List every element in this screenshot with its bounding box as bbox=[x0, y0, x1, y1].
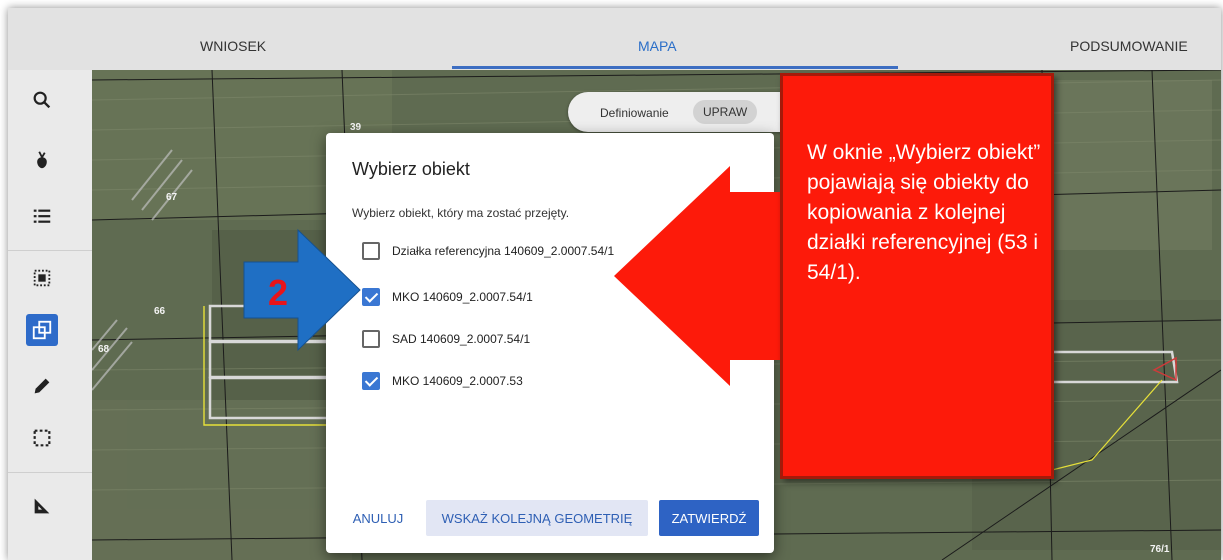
app-window: WNIOSEK MAPA PODSUMOWANIE 39 67 66 68 76… bbox=[8, 8, 1221, 560]
callout-text: W oknie „Wybierz obiekt” pojawiają się o… bbox=[807, 141, 1041, 284]
step-number: 2 bbox=[268, 272, 289, 313]
red-arrow-icon bbox=[614, 166, 788, 386]
callout-box: W oknie „Wybierz obiekt” pojawiają się o… bbox=[780, 73, 1054, 479]
blue-arrow-icon bbox=[243, 228, 361, 352]
